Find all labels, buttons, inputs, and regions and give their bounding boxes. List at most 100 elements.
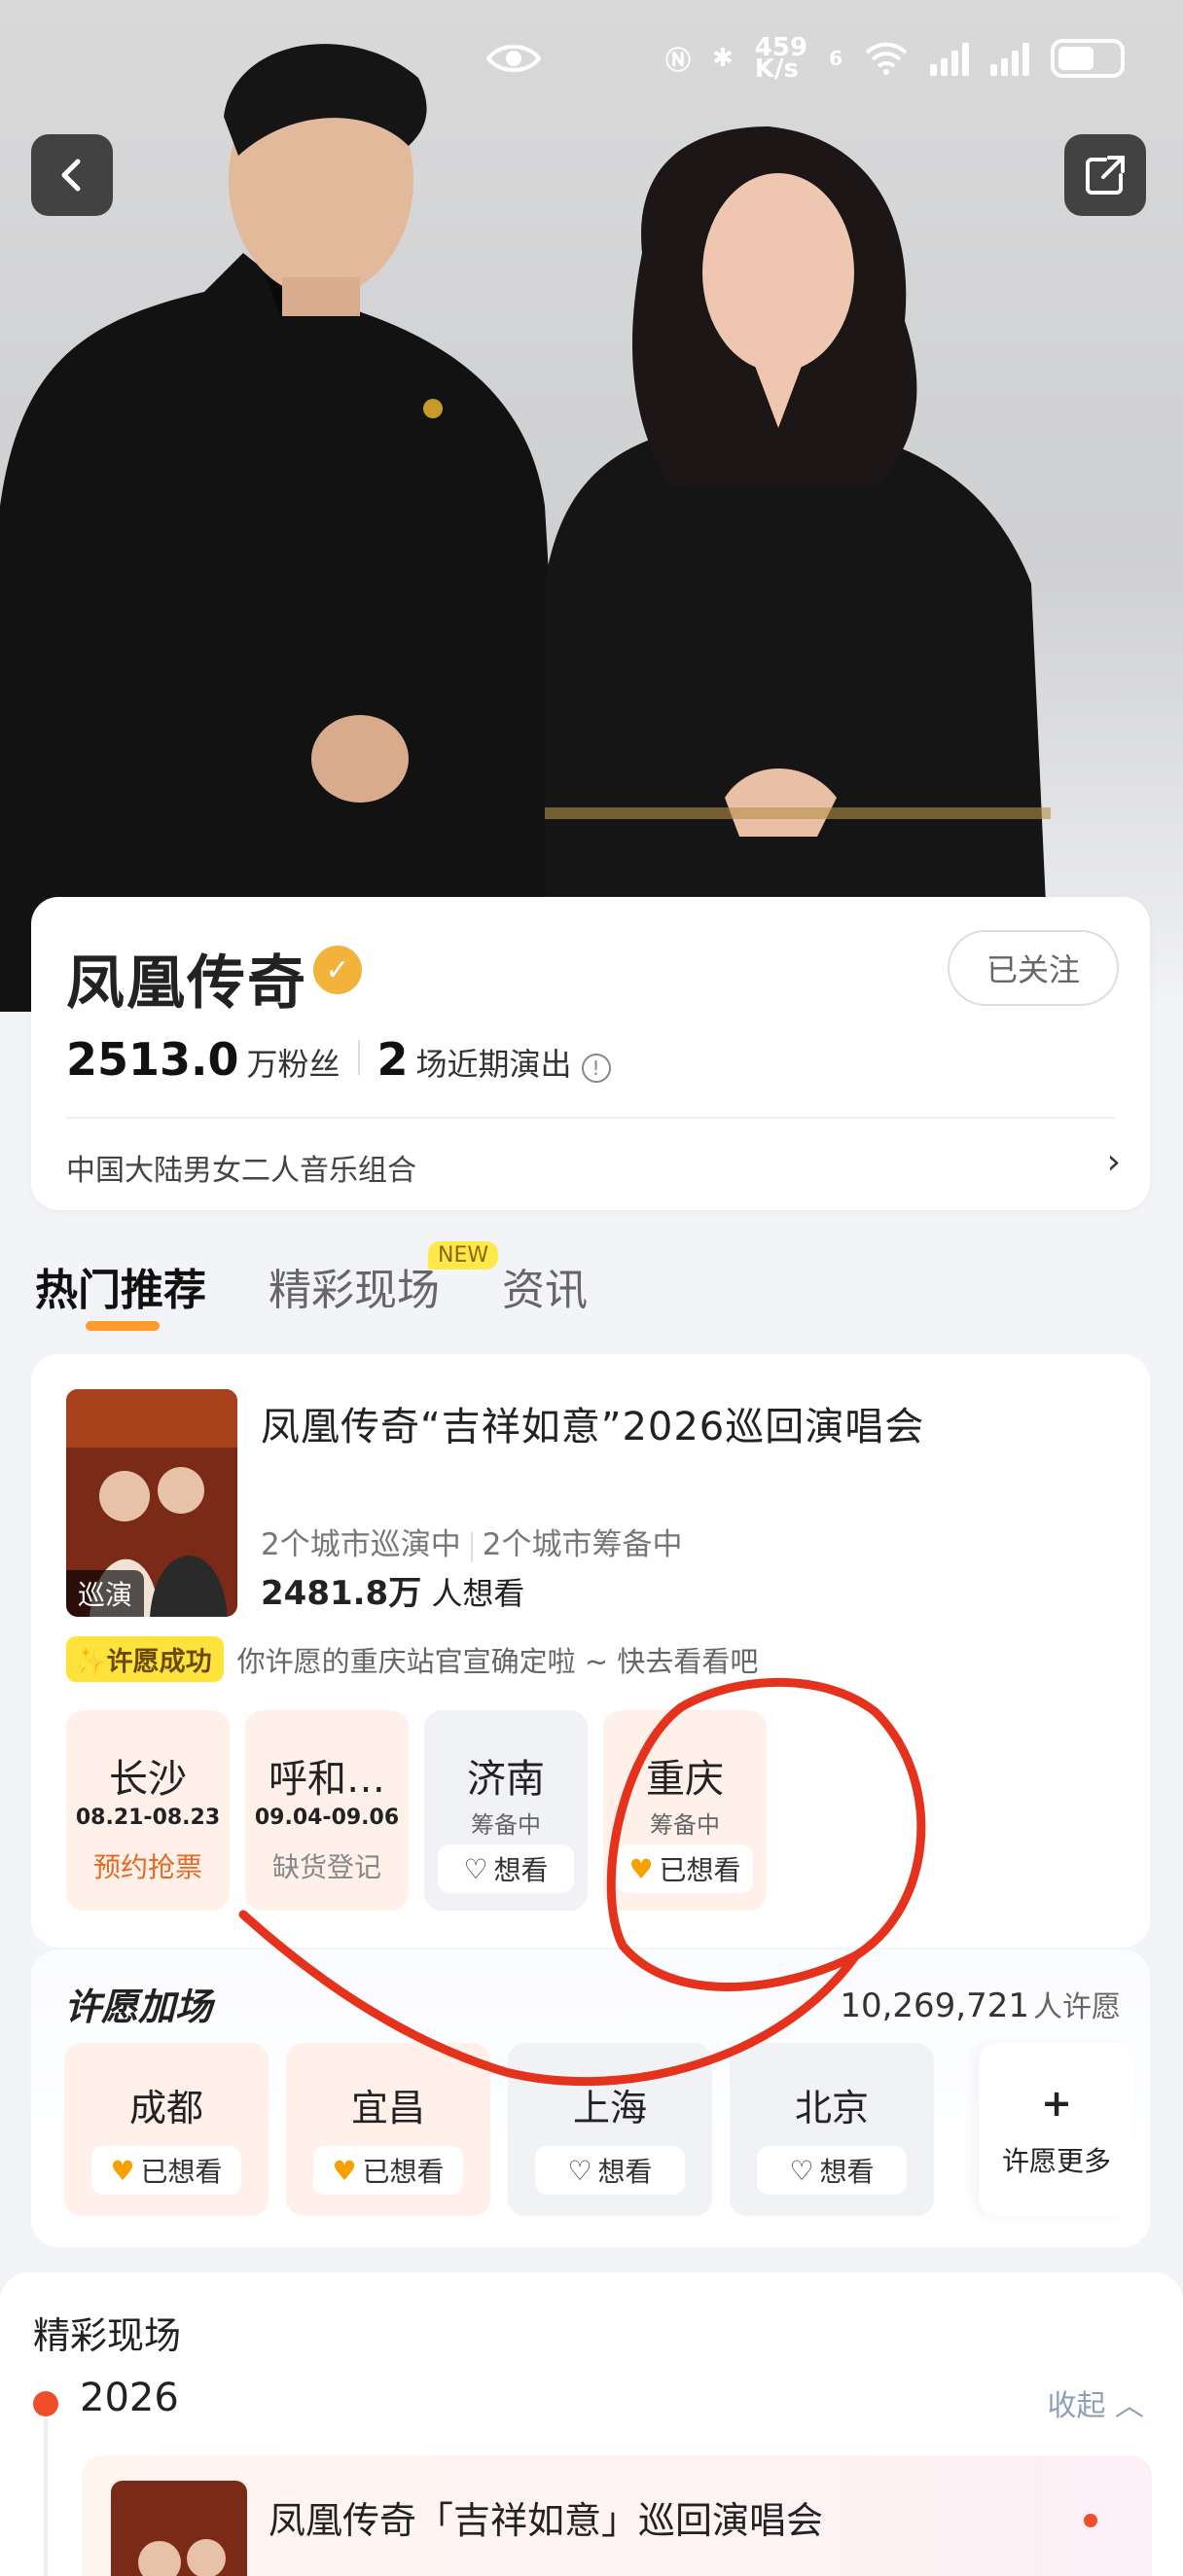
verified-badge-icon: ✓: [313, 946, 362, 994]
tab-hot-recommend[interactable]: 热门推荐: [35, 1255, 206, 1331]
wish-add-card: 许愿加场 10,269,721 人许愿 成都 ♥ 已想看 宜昌 ♥ 已想看 上海 ♡ 想…: [31, 1950, 1150, 2247]
heart-outline-icon: ♡: [789, 2154, 814, 2187]
tour-title[interactable]: 凤凰传奇“吉祥如意”2026巡回演唱会: [261, 1395, 924, 1451]
wish-city-yichang[interactable]: 宜昌 ♥ 已想看: [286, 2043, 490, 2216]
wish-badge-label: 许愿成功: [106, 1647, 212, 1677]
wish-notice-text: 你许愿的重庆站官宣确定啦 ~ 快去看看吧: [236, 1644, 759, 1678]
heart-filled-icon: ♥: [332, 2154, 357, 2187]
wifi-icon: [865, 42, 908, 75]
follow-button[interactable]: 已关注: [948, 930, 1119, 1006]
share-icon: [1086, 156, 1125, 195]
heart-filled-icon: ♥: [628, 1852, 654, 1885]
live-thumbnail: [111, 2481, 247, 2576]
city-name: 呼和…: [269, 1757, 385, 1802]
city-date: 09.04-09.06: [254, 1806, 400, 1830]
city-action[interactable]: 缺货登记: [245, 1846, 409, 1885]
eye-icon: [485, 45, 542, 72]
heart-filled-icon: ♥: [110, 2154, 135, 2187]
tab-live-highlights[interactable]: 精彩现场: [269, 1255, 440, 1317]
preparing-count: 2个城市筹备中: [482, 1527, 683, 1562]
wanted-button[interactable]: ♥ 已想看: [617, 1844, 753, 1893]
nfc-icon: Ⓝ: [664, 46, 691, 76]
fans-unit: 万粉丝: [246, 1046, 341, 1083]
city-card-jinan[interactable]: 济南 筹备中 ♡ 想看: [424, 1710, 588, 1911]
tab-news[interactable]: 资讯: [502, 1255, 588, 1317]
live-section: 精彩现场 2026 收起 ︿ 凤凰传奇「吉祥如意」巡回演唱会: [0, 2272, 1183, 2576]
city-status: 筹备中: [471, 1811, 541, 1839]
want-button[interactable]: ♡ 想看: [535, 2146, 685, 2195]
want-button[interactable]: ♡ 想看: [438, 1844, 574, 1893]
share-button[interactable]: [1064, 134, 1146, 216]
live-item[interactable]: 凤凰传奇「吉祥如意」巡回演唱会: [82, 2455, 1152, 2576]
shows-count: 2: [376, 1033, 409, 1086]
heart-outline-icon: ♡: [567, 2154, 592, 2187]
want-label: 已想看: [659, 1854, 741, 1886]
info-icon[interactable]: !: [581, 1054, 611, 1083]
wish-success-badge: ✨许愿成功: [66, 1636, 224, 1682]
poster-tag: 巡演: [66, 1570, 145, 1617]
tour-poster[interactable]: 巡演: [66, 1389, 237, 1617]
wish-city-beijing[interactable]: 北京 ♡ 想看: [730, 2043, 934, 2216]
unread-dot: [1084, 2514, 1097, 2527]
want-button[interactable]: ♡ 想看: [757, 2146, 907, 2195]
status-bar: Ⓝ ✱ 459 K/s 6: [0, 0, 1183, 117]
wanted-button[interactable]: ♥ 已想看: [91, 2146, 241, 2195]
tour-city-list: 长沙 08.21-08.23 预约抢票 呼和… 09.04-09.06 缺货登记…: [66, 1710, 767, 1911]
city-card-changsha[interactable]: 长沙 08.21-08.23 预约抢票: [66, 1710, 230, 1911]
city-action[interactable]: 预约抢票: [66, 1846, 230, 1885]
cellular-signal-icon-2: [990, 41, 1029, 76]
collapse-button[interactable]: 收起 ︿: [1047, 2381, 1144, 2424]
want-number: 2481.8万: [261, 1574, 422, 1613]
tour-want-count: 2481.8万 人想看: [261, 1566, 524, 1614]
new-badge: NEW: [428, 1241, 499, 1270]
city-name: 长沙: [109, 1757, 187, 1802]
wish-city-shanghai[interactable]: 上海 ♡ 想看: [508, 2043, 712, 2216]
artist-photo: [0, 44, 1051, 1012]
city-name: 上海: [572, 2087, 647, 2129]
collapse-label: 收起: [1047, 2389, 1106, 2423]
chevron-left-icon: [61, 159, 81, 192]
heart-outline-icon: ♡: [463, 1852, 488, 1885]
want-label: 想看: [819, 2156, 875, 2188]
city-card-chongqing[interactable]: 重庆 筹备中 ♥ 已想看: [603, 1710, 767, 1911]
signal-label: 6: [829, 47, 842, 70]
want-unit: 人想看: [431, 1575, 525, 1612]
content-tabs: 热门推荐 精彩现场 资讯: [35, 1255, 588, 1331]
fans-count: 2513.0: [66, 1033, 239, 1086]
wish-more-label: 许愿更多: [1001, 2145, 1111, 2177]
divider: [66, 1117, 1115, 1119]
wish-city-list: 成都 ♥ 已想看 宜昌 ♥ 已想看 上海 ♡ 想看 北京 ♡ 想看: [64, 2043, 934, 2216]
city-name: 重庆: [646, 1757, 724, 1802]
shows-unit: 场近期演出: [415, 1046, 572, 1083]
wish-notice[interactable]: ✨许愿成功 你许愿的重庆站官宣确定啦 ~ 快去看看吧: [66, 1636, 758, 1682]
city-status: 筹备中: [650, 1811, 720, 1839]
artist-description[interactable]: 中国大陆男女二人音乐组合: [66, 1146, 416, 1189]
wish-count: 10,269,721 人许愿: [840, 1983, 1121, 2025]
wish-city-chengdu[interactable]: 成都 ♥ 已想看: [64, 2043, 269, 2216]
cellular-signal-icon: [930, 41, 969, 76]
touring-count: 2个城市巡演中: [261, 1527, 461, 1562]
timeline-line: [44, 2418, 48, 2576]
hero-banner: Ⓝ ✱ 459 K/s 6: [0, 0, 1183, 1012]
bluetooth-icon: ✱: [712, 44, 734, 73]
city-name: 北京: [794, 2087, 869, 2129]
city-card-hohhot[interactable]: 呼和… 09.04-09.06 缺货登记: [245, 1710, 409, 1911]
network-speed: 459 K/s: [755, 35, 807, 82]
city-name: 宜昌: [350, 2087, 425, 2129]
wanted-button[interactable]: ♥ 已想看: [313, 2146, 463, 2195]
timeline-year: 2026: [80, 2376, 179, 2420]
tour-card[interactable]: 巡演 凤凰传奇“吉祥如意”2026巡回演唱会 2个城市巡演中 2个城市筹备中 24…: [31, 1354, 1150, 1948]
wish-count-unit: 人许愿: [1033, 1990, 1121, 2024]
back-button[interactable]: [31, 134, 113, 216]
live-section-title: 精彩现场: [33, 2314, 182, 2357]
city-name: 成都: [128, 2087, 203, 2129]
tour-status: 2个城市巡演中 2个城市筹备中: [261, 1520, 682, 1563]
wish-more-button[interactable]: + 许愿更多: [979, 2043, 1134, 2216]
chevron-up-icon: ︿: [1115, 2389, 1144, 2423]
want-label: 已想看: [140, 2156, 223, 2188]
status-icons: Ⓝ ✱ 459 K/s 6: [665, 33, 1125, 84]
artist-name: 凤凰传奇: [66, 949, 307, 1018]
chevron-right-icon[interactable]: ›: [1107, 1142, 1121, 1182]
want-label: 想看: [493, 1854, 549, 1886]
artist-info-card: 凤凰传奇 ✓ 已关注 2513.0 万粉丝 2 场近期演出 ! 中国大陆男女二人…: [31, 897, 1150, 1210]
